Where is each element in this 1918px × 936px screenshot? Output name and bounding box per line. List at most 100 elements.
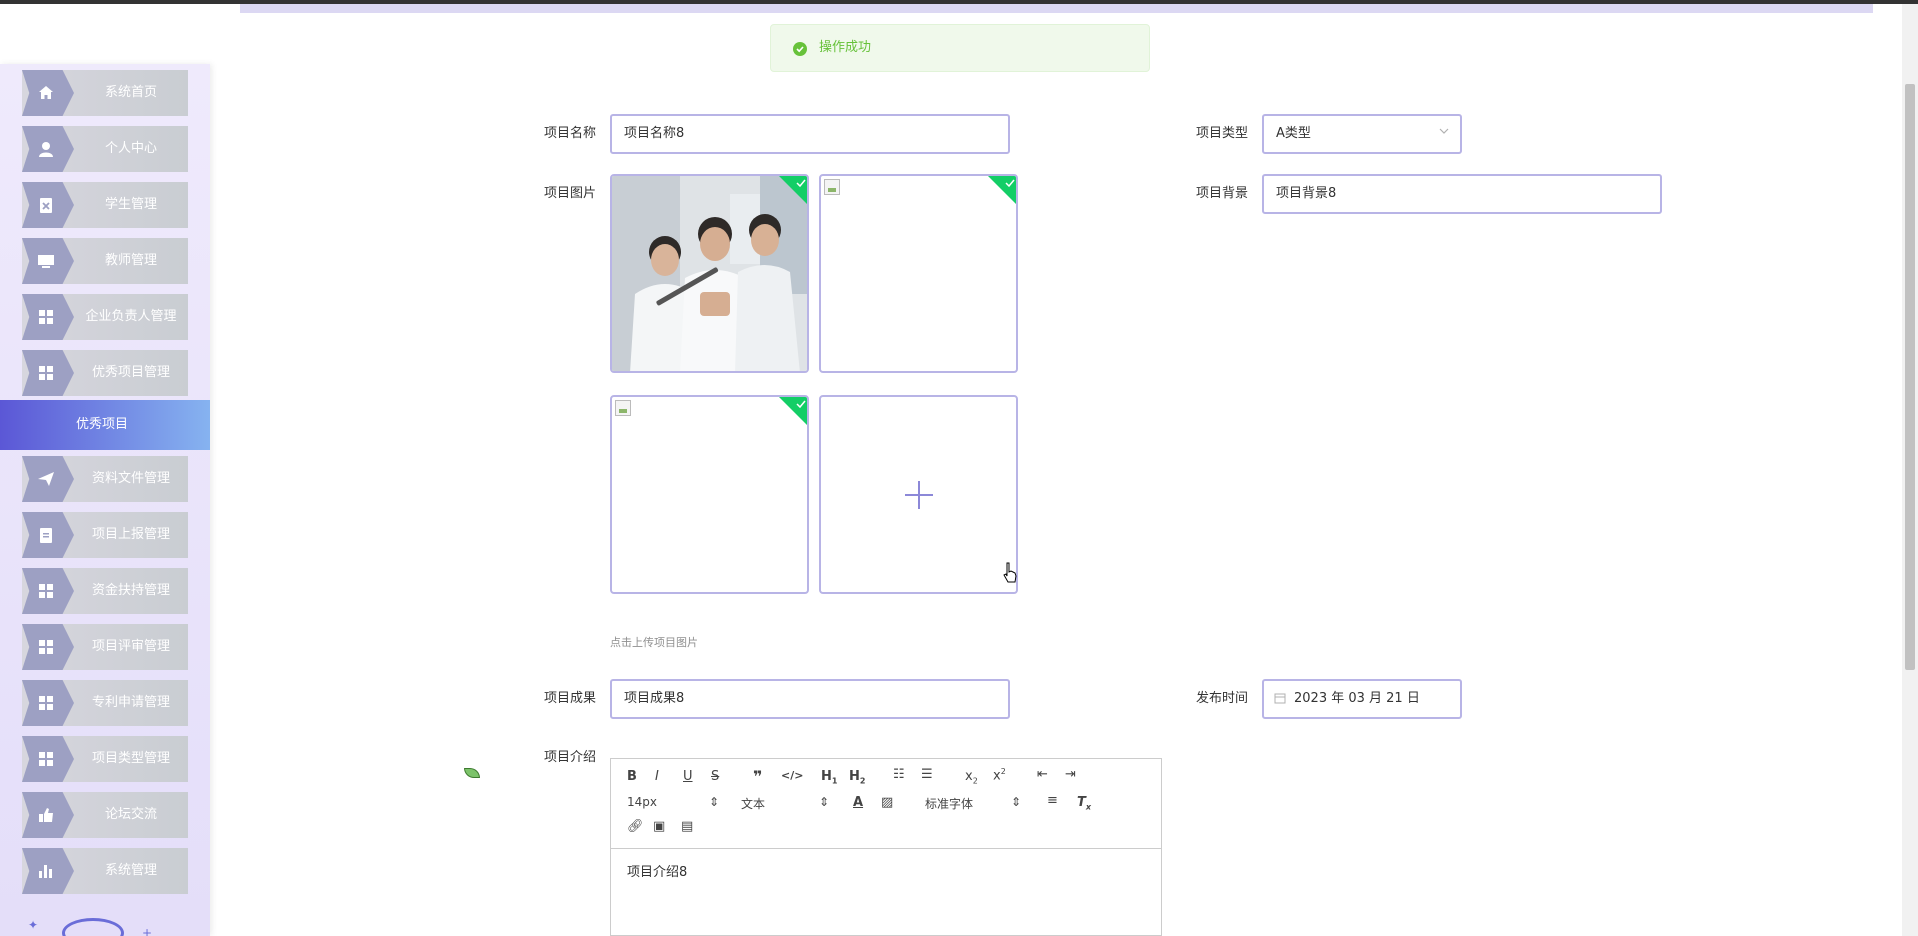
updown-icon: ⇕ [1011,795,1022,809]
broken-image-icon [615,400,631,416]
check-circle-icon [793,42,807,56]
sidebar-item-label: 专利申请管理 [91,695,170,710]
project-result-field[interactable]: 项目成果8 [610,679,1010,719]
grid-icon [39,696,53,710]
sidebar-item-home[interactable]: 系统首页 [22,70,188,116]
sidebar-item-profile[interactable]: 个人中心 [22,126,188,172]
font-family-value: 标准字体 [925,797,974,811]
sidebar-item-files[interactable]: 资料文件管理 [22,456,188,502]
sidebar-item-excellent-projects[interactable]: 优秀项目管理 [22,350,188,396]
font-size-value: 14px [627,795,657,809]
link-icon[interactable]: 🔗︎ [627,819,644,834]
font-size-select[interactable]: 14px ⇕ [627,795,719,809]
toast-message: 操作成功 [819,40,872,55]
video-icon[interactable]: ▤ [681,819,693,834]
grid-icon [39,640,53,654]
sidebar-item-label: 项目评审管理 [91,639,170,654]
sidebar-item-patent[interactable]: 专利申请管理 [22,680,188,726]
sidebar-item-forum[interactable]: 论坛交流 [22,792,188,838]
font-family-select[interactable]: 标准字体 ⇕ [925,795,1021,812]
outdent-icon[interactable]: ⇤ [1037,767,1048,782]
sidebar-item-label: 个人中心 [104,141,157,156]
scrollbar-thumb[interactable] [1905,84,1915,670]
ordered-list-icon[interactable]: ☷ [893,767,905,782]
sidebar-item-label: 论坛交流 [104,807,157,822]
heading2-icon[interactable]: H2 [849,769,865,786]
font-color-icon[interactable]: A [853,795,863,810]
rich-text-editor: B I U S ❞ </> H1 H2 ☷ ☰ x2 x2 ⇤ ⇥ 14px ⇕ … [610,758,1162,936]
project-background-value: 项目背景8 [1276,186,1337,201]
sidebar-item-label: 学生管理 [104,197,157,212]
upload-image-button[interactable] [819,395,1018,594]
sidebar-item-label: 项目类型管理 [91,751,170,766]
sidebar-item-system[interactable]: 系统管理 [22,848,188,894]
publish-time-picker[interactable]: 2023 年 03 月 21 日 [1262,679,1462,719]
project-photo [612,176,807,371]
updown-icon: ⇕ [819,795,830,809]
project-name-field[interactable]: 项目名称8 [610,114,1010,154]
sidebar-item-label: 系统管理 [104,863,157,878]
hand-cursor-icon [1003,562,1017,583]
grid-icon [39,752,53,766]
uploaded-image-1[interactable] [610,174,809,373]
bar-chart-icon [39,865,52,878]
header-strip [240,4,1873,13]
bullet-list-icon[interactable]: ☰ [921,767,933,782]
project-background-field[interactable]: 项目背景8 [1262,174,1662,214]
background-color-icon[interactable]: ▨ [881,795,893,810]
image-icon[interactable]: ▣ [653,819,665,834]
grid-icon [39,310,53,324]
chevron-down-icon [1439,128,1449,134]
grid-icon [39,584,53,598]
calendar-icon [1274,693,1286,704]
text-style-select[interactable]: 文本 ⇕ [741,795,829,812]
sidebar-item-funding[interactable]: 资金扶持管理 [22,568,188,614]
sidebar-item-label: 教师管理 [104,253,157,268]
publish-time-value: 2023 年 03 月 21 日 [1294,691,1420,706]
code-icon[interactable]: </> [781,769,803,782]
sidebar-item-teachers[interactable]: 教师管理 [22,238,188,284]
project-images-label: 项目图片 [544,186,597,201]
project-result-label: 项目成果 [544,691,597,706]
sidebar-item-project-types[interactable]: 项目类型管理 [22,736,188,782]
italic-icon[interactable]: I [655,769,659,784]
sidebar-item-label: 系统首页 [104,85,157,100]
clear-format-icon[interactable]: Tx [1077,795,1091,812]
sidebar-subitem-excellent-project[interactable]: 优秀项目 [0,400,210,450]
sidebar-item-label: 项目上报管理 [91,527,170,542]
home-icon [39,86,53,99]
bold-icon[interactable]: B [627,769,637,784]
sidebar-item-students[interactable]: 学生管理 [22,182,188,228]
superscript-icon[interactable]: x2 [993,767,1006,783]
strike-icon[interactable]: S [711,769,719,784]
updown-icon: ⇕ [709,795,720,809]
sidebar-item-report[interactable]: 项目上报管理 [22,512,188,558]
publish-time-label: 发布时间 [1196,691,1249,706]
indent-icon[interactable]: ⇥ [1065,767,1076,782]
user-icon [39,142,53,157]
plus-icon [905,494,933,496]
thumb-icon [39,808,53,822]
underline-icon[interactable]: U [683,769,693,784]
heading1-icon[interactable]: H1 [821,769,837,786]
subscript-icon[interactable]: x2 [965,769,978,786]
blockquote-icon[interactable]: ❞ [753,767,762,786]
uploaded-image-3[interactable] [610,395,809,594]
editor-content[interactable]: 项目介绍8 [627,861,687,880]
project-background-label: 项目背景 [1196,186,1249,201]
sparkle-icon: + [142,926,153,936]
align-icon[interactable]: ≡ [1047,793,1058,808]
sidebar-item-label: 企业负责人管理 [85,309,177,324]
sidebar-item-review[interactable]: 项目评审管理 [22,624,188,670]
project-result-value: 项目成果8 [624,691,685,706]
project-name-label: 项目名称 [544,126,597,141]
project-intro-label: 项目介绍 [544,750,597,765]
check-icon [796,400,806,409]
project-type-select[interactable]: A类型 [1262,114,1462,154]
sparkle-icon: ✦ [28,918,39,932]
sidebar-item-label: 资金扶持管理 [91,583,170,598]
sidebar-item-enterprise[interactable]: 企业负责人管理 [22,294,188,340]
uploaded-image-2[interactable] [819,174,1018,373]
clipboard-x-icon [40,198,52,213]
check-icon [796,179,806,188]
